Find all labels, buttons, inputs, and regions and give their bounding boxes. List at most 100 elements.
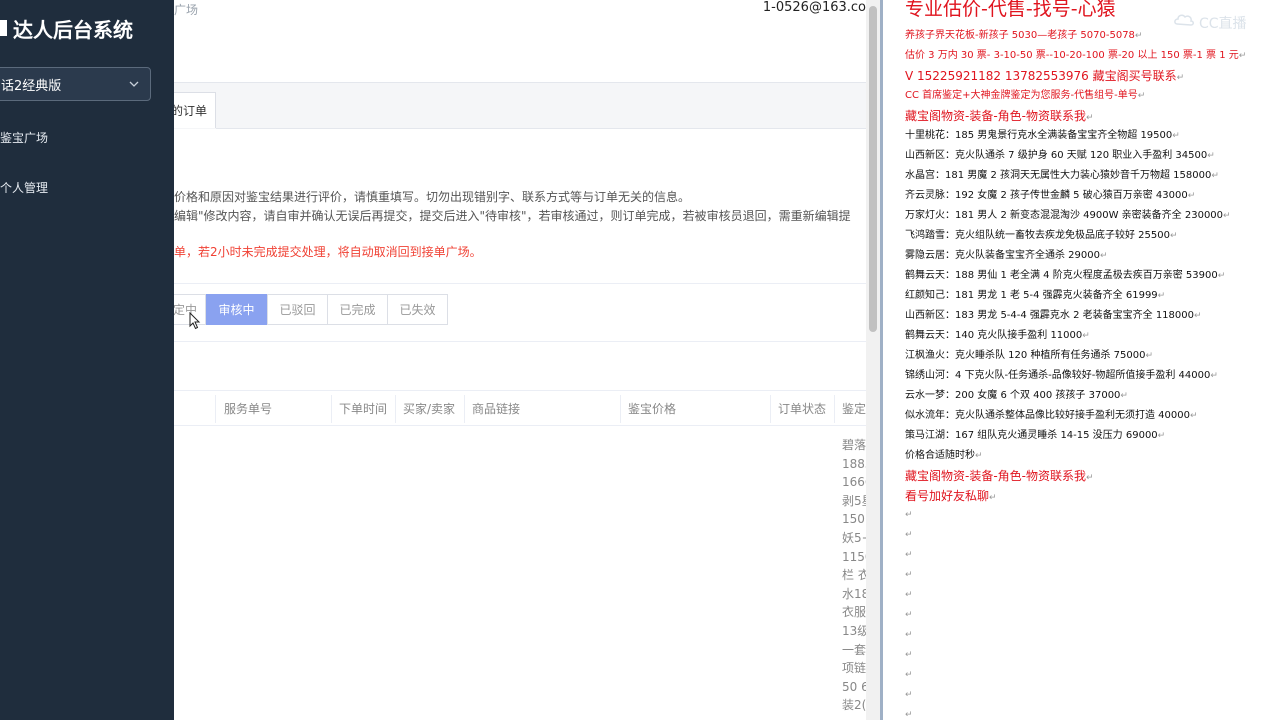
doc-line-text: 水晶宫：181 男魔 2 孩洞天无属性大力装心猿妙音千万物超 158000 (905, 170, 1212, 181)
doc-line: 江枫渔火：克火睡杀队 120 种植所有任务通杀 75000↵ (905, 346, 1153, 366)
doc-line-text: 山西新区：克火队通杀 7 级护身 60 天赋 120 职业入手盈利 34500 (905, 150, 1208, 161)
paragraph-mark-icon: ↵ (1086, 113, 1094, 123)
paragraph-mark-icon: ↵ (1223, 211, 1231, 221)
cell-fragment: 项链 (842, 661, 866, 676)
doc-line: 万家灯火：181 男人 2 新变态混混淘沙 4900W 亲密装备齐全 23000… (905, 206, 1231, 226)
paragraph-mark-icon: ↵ (905, 650, 913, 660)
paragraph-mark-icon: ↵ (1157, 291, 1166, 301)
doc-line: 雾隐云居：克火队装备宝宝齐全通杀 29000↵ (905, 246, 1108, 266)
breadcrumb: 广场 (174, 3, 199, 17)
cell-fragment: 装2( (842, 698, 866, 713)
paragraph-mark-icon: ↵ (905, 510, 913, 520)
doc-line-text: 云水一梦：200 女魔 6 个双 400 孩孩子 37000 (905, 390, 1121, 401)
table-cell-appraisal: 碧落 1885 1666 剥5星 150 妖5+ 1150 栏 衣 水18 衣服… (842, 436, 866, 715)
table-header: 服务单号 下单时间 买家/卖家 商品链接 鉴宝价格 订单状态 鉴定 (174, 390, 866, 426)
paragraph-mark-icon: ↵ (1194, 311, 1202, 321)
doc-line: 鹤舞云天：188 男仙 1 老全满 4 阶克火程度孟极去疾百万亲密 53900↵ (905, 266, 1225, 286)
doc-line-text: 看号加好友私聊 (905, 489, 990, 503)
cell-fragment: 150 (842, 512, 865, 527)
logo-icon (0, 20, 7, 36)
doc-line-text: 十里桃花：185 男鬼景行克水全满装备宝宝齐全物超 19500 (905, 130, 1173, 141)
doc-line: 策马江湖：167 组队克火通灵睡杀 14-15 没压力 69000↵ (905, 426, 1165, 446)
paragraph-mark-icon: ↵ (905, 690, 913, 700)
col-service-number: 服务单号 (224, 401, 273, 416)
user-email[interactable]: 1-0526@163.co (763, 0, 866, 15)
col-divider (331, 395, 332, 423)
version-select[interactable]: 话2经典版 (0, 67, 151, 101)
paragraph-mark-icon: ↵ (905, 530, 913, 540)
paragraph-mark-icon: ↵ (1211, 171, 1219, 181)
brand-title: 达人后台系统 (13, 17, 133, 42)
notice-line-2: 编辑"修改内容，请自审并确认无误后再提交，提交后进入"待审核"，若审核通过，则订… (174, 209, 851, 223)
doc-line-text: V 15225921182 13782553976 藏宝阁买号联系 (905, 69, 1177, 83)
tab-divider (216, 128, 866, 129)
sidebar-item-jianbao-square[interactable]: 鉴宝广场 (0, 129, 48, 146)
col-divider (770, 395, 771, 423)
paragraph-mark-icon: ↵ (1086, 473, 1094, 483)
brand: 达人后台系统 (0, 14, 133, 42)
mouse-cursor-icon (189, 312, 201, 330)
doc-line-text: 雾隐云居：克火队装备宝宝齐全通杀 29000 (905, 250, 1100, 261)
paragraph-mark-icon: ↵ (905, 670, 913, 680)
doc-line: 看号加好友私聊↵ (905, 486, 997, 506)
doc-line: 山西新区：183 男龙 5-4-4 强霹克水 2 老装备宝宝齐全 118000↵ (905, 306, 1202, 326)
paragraph-mark-icon: ↵ (905, 550, 913, 560)
paragraph-mark-icon: ↵ (1217, 271, 1226, 281)
paragraph-mark-icon: ↵ (1145, 351, 1153, 361)
paragraph-mark-icon: ↵ (1134, 31, 1143, 41)
doc-line-text: 价格合适随时秒 (905, 450, 975, 461)
cell-fragment: 碧落 (842, 438, 866, 452)
filter-completed[interactable]: 已完成 (327, 294, 388, 325)
doc-line: 藏宝阁物资-装备-角色-物资联系我↵ (905, 466, 1094, 486)
doc-line: 山西新区：克火队通杀 7 级护身 60 天赋 120 职业入手盈利 34500↵ (905, 146, 1215, 166)
paragraph-mark-icon: ↵ (1176, 73, 1185, 83)
col-order-time: 下单时间 (339, 401, 388, 416)
chevron-down-icon (129, 81, 139, 87)
filter-reviewing[interactable]: 审核中 (206, 294, 267, 325)
filter-rejected[interactable]: 已驳回 (267, 294, 328, 325)
paragraph-mark-icon: ↵ (1082, 331, 1090, 341)
sidebar: 达人后台系统 话2经典版 鉴宝广场 个人管理 (0, 0, 174, 720)
doc-line: 藏宝阁物资-装备-角色-物资联系我↵ (905, 106, 1094, 126)
cell-fragment: 1666 (842, 475, 866, 490)
scrollbar-thumb[interactable] (869, 6, 877, 332)
doc-line-text: 万家灯火：181 男人 2 新变态混混淘沙 4900W 亲密装备齐全 23000… (905, 210, 1224, 221)
col-divider (620, 395, 621, 423)
cell-fragment: 栏 衣 (842, 568, 866, 583)
sidebar-item-personal-management[interactable]: 个人管理 (0, 179, 48, 196)
doc-line-text: 藏宝阁物资-装备-角色-物资联系我 (905, 109, 1086, 123)
doc-line-text: 齐云灵脉：192 女魔 2 孩子传世金麟 5 破心猿百万亲密 43000 (905, 190, 1188, 201)
paragraph-mark-icon: ↵ (905, 630, 913, 640)
paragraph-mark-icon: ↵ (1238, 51, 1247, 61)
doc-line-text: 飞鸿踏雪：克火组队统一畜牧去疾龙免极品底子较好 25500 (905, 230, 1170, 241)
main-panel: 广场 1-0526@163.co 的订单 价格和原因对鉴宝结果进行评价，请慎重填… (174, 0, 866, 720)
text-document-overlay: CC直播 专业估价-代售-找号-心猿 养孩子界天花板-新孩子 5030—老孩子 … (883, 0, 1280, 720)
col-appraisal-price: 鉴宝价格 (628, 401, 677, 416)
paragraph-mark-icon: ↵ (989, 493, 997, 503)
cell-fragment: 衣服 (842, 605, 866, 620)
paragraph-mark-icon: ↵ (975, 451, 983, 461)
doc-line: 云水一梦：200 女魔 6 个双 400 孩孩子 37000↵ (905, 386, 1128, 406)
col-buyer-seller: 买家/卖家 (403, 401, 456, 416)
paragraph-mark-icon: ↵ (905, 590, 913, 600)
paragraph-mark-icon: ↵ (1157, 431, 1166, 441)
doc-line-text: 养孩子界天花板-新孩子 5030—老孩子 5070-5078 (905, 30, 1135, 41)
tab-my-orders[interactable]: 的订单 (174, 92, 216, 128)
paragraph-mark-icon: ↵ (1100, 251, 1108, 261)
doc-line: 养孩子界天花板-新孩子 5030—老孩子 5070-5078↵ (905, 26, 1142, 46)
doc-line-text: 鹤舞云天：140 克火队接手盈利 11000 (905, 330, 1083, 341)
col-product-link: 商品链接 (472, 401, 521, 416)
filter-expired[interactable]: 已失效 (387, 294, 448, 325)
paragraph-mark-icon: ↵ (905, 610, 913, 620)
paragraph-mark-icon: ↵ (1187, 191, 1196, 201)
cell-fragment: 13级 (842, 623, 866, 638)
paragraph-mark-icon: ↵ (1172, 131, 1180, 141)
watermark-text: CC直播 (1199, 16, 1247, 32)
doc-line-text: 鹤舞云天：188 男仙 1 老全满 4 阶克火程度孟极去疾百万亲密 53900 (905, 270, 1218, 281)
cell-fragment: 剥5星 (842, 493, 866, 508)
cell-fragment: 一套 (842, 642, 866, 657)
doc-title: 专业估价-代售-找号-心猿 (905, 0, 1116, 20)
vertical-scrollbar[interactable] (866, 0, 880, 720)
col-appraisal: 鉴定 (842, 401, 866, 416)
cell-fragment: 1885 (842, 456, 866, 471)
